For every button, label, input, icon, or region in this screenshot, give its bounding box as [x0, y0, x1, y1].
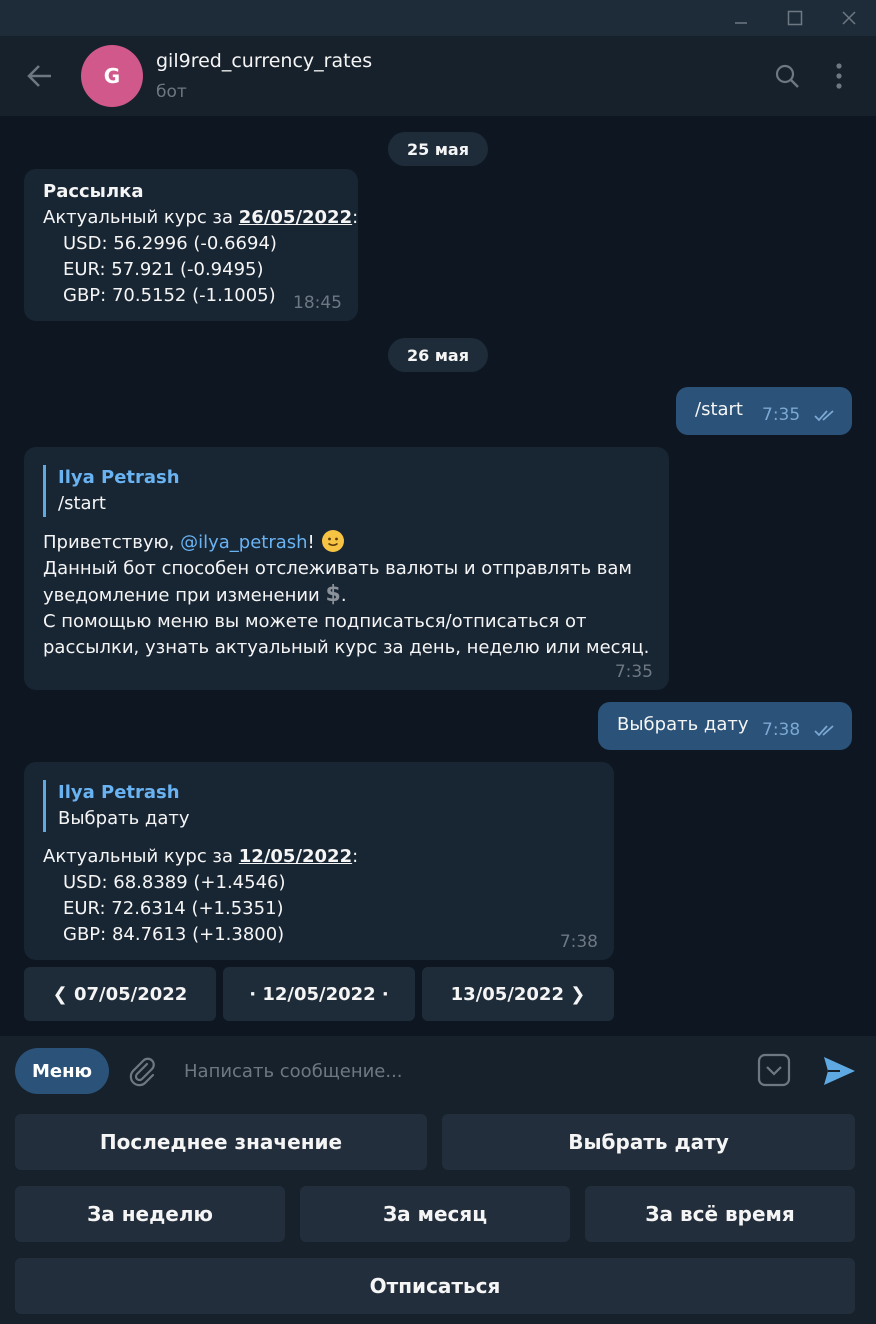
read-checks-icon	[814, 725, 834, 737]
message-text: С помощью меню вы можете подписаться/отп…	[43, 611, 587, 632]
message-text: рассылки, узнать актуальный курс за день…	[43, 637, 650, 658]
gbp-rate: GBP: 84.7613 (+1.3800)	[63, 924, 285, 945]
back-arrow-icon[interactable]	[20, 56, 60, 96]
incoming-message: Рассылка Актуальный курс за 26/05/2022: …	[24, 169, 358, 321]
usd-rate: USD: 56.2996 (-0.6694)	[63, 233, 277, 254]
bot-menu-button[interactable]: Меню	[15, 1048, 109, 1094]
search-icon[interactable]	[767, 56, 807, 96]
all-time-button[interactable]: За всё время	[585, 1186, 855, 1242]
inline-current-date-button[interactable]: · 12/05/2022 ·	[223, 967, 415, 1021]
inline-prev-date-button[interactable]: ❮ 07/05/2022	[24, 967, 216, 1021]
quote-text: /start	[58, 493, 106, 514]
avatar[interactable]: G	[81, 45, 143, 107]
chat-history[interactable]: 25 мая Рассылка Актуальный курс за 26/05…	[0, 116, 876, 1036]
message-date: 26/05/2022	[238, 207, 353, 228]
quote-text: Выбрать дату	[58, 808, 190, 829]
send-icon[interactable]	[820, 1052, 858, 1090]
eur-rate: EUR: 72.6314 (+1.5351)	[63, 898, 284, 919]
message-text: :	[352, 207, 359, 228]
message-title: Рассылка	[43, 181, 144, 202]
reply-keyboard: Последнее значение Выбрать дату За недел…	[0, 1106, 876, 1324]
message-text: Выбрать дату	[617, 714, 749, 735]
chat-title[interactable]: gil9red_currency_rates	[156, 50, 372, 72]
choose-date-button[interactable]: Выбрать дату	[442, 1114, 855, 1170]
message-time: 7:35	[762, 405, 801, 425]
message-composer: Меню	[0, 1036, 876, 1106]
quote-author: Ilya Petrash	[58, 467, 180, 488]
message-text: Актуальный курс за	[43, 207, 239, 228]
message-text: !	[307, 532, 315, 553]
maximize-icon[interactable]	[770, 0, 820, 36]
message-text: :	[352, 846, 359, 867]
incoming-message: Ilya Petrash Выбрать дату Актуальный кур…	[24, 762, 614, 960]
message-text: .	[340, 585, 347, 606]
reply-quote[interactable]: Ilya Petrash /start	[43, 465, 649, 517]
message-line: Приветствую, @ilya_petrash!	[43, 529, 649, 556]
user-mention-link[interactable]: @ilya_petrash	[180, 532, 307, 553]
chat-subtitle: бот	[156, 82, 187, 102]
dollar-emoji-icon: $	[325, 582, 341, 607]
usd-rate: USD: 68.8389 (+1.4546)	[63, 872, 286, 893]
month-button[interactable]: За месяц	[300, 1186, 570, 1242]
message-line: Актуальный курс за 12/05/2022:	[43, 844, 358, 870]
incoming-message: Ilya Petrash /start Приветствую, @ilya_p…	[24, 447, 669, 690]
eur-rate: EUR: 57.921 (-0.9495)	[63, 259, 264, 280]
minimize-icon[interactable]	[716, 0, 766, 36]
outgoing-message: Выбрать дату 7:38	[598, 702, 852, 750]
message-text: Данный бот способен отслеживать валюты и…	[43, 558, 633, 579]
smile-emoji-icon	[321, 529, 345, 553]
message-text: Приветствую,	[43, 532, 181, 553]
message-input[interactable]	[168, 1048, 728, 1094]
reply-quote[interactable]: Ilya Petrash Выбрать дату	[43, 780, 358, 832]
more-vertical-icon[interactable]	[819, 56, 859, 96]
date-separator: 26 мая	[388, 338, 488, 372]
message-time: 18:45	[293, 293, 342, 313]
date-separator: 25 мая	[388, 132, 488, 166]
read-checks-icon	[814, 410, 834, 422]
message-line: уведомление при изменении $.	[43, 582, 649, 609]
quote-author: Ilya Petrash	[58, 782, 180, 803]
message-time: 7:38	[762, 720, 801, 740]
window-titlebar	[0, 0, 876, 36]
message-time: 7:35	[614, 662, 653, 682]
close-icon[interactable]	[824, 0, 874, 36]
inline-next-date-button[interactable]: 13/05/2022 ❯	[422, 967, 614, 1021]
message-text: уведомление при изменении	[43, 585, 320, 606]
week-button[interactable]: За неделю	[15, 1186, 285, 1242]
message-date: 12/05/2022	[238, 846, 353, 867]
message-line: Актуальный курс за 26/05/2022:	[43, 205, 358, 231]
attach-icon[interactable]	[124, 1053, 160, 1089]
message-text: /start	[695, 399, 743, 420]
keyboard-toggle-icon[interactable]	[756, 1052, 792, 1088]
chat-header: G gil9red_currency_rates бот	[0, 36, 876, 116]
last-value-button[interactable]: Последнее значение	[15, 1114, 427, 1170]
unsubscribe-button[interactable]: Отписаться	[15, 1258, 855, 1314]
message-text: Актуальный курс за	[43, 846, 239, 867]
outgoing-message: /start 7:35	[676, 387, 852, 435]
message-time: 7:38	[559, 932, 598, 952]
